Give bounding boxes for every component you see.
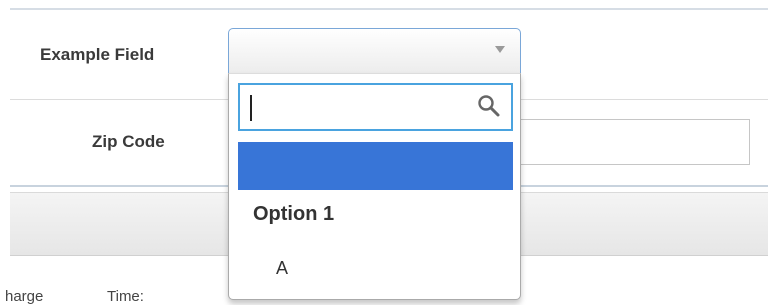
- dropdown-option-a[interactable]: A: [276, 258, 288, 279]
- search-icon: [478, 95, 500, 117]
- dropdown-option-empty-highlighted[interactable]: [238, 142, 513, 190]
- time-label: Time:: [107, 288, 144, 305]
- dropdown-option-group-label: Option 1: [253, 203, 335, 225]
- select-dropdown-panel: Option 1 A: [228, 73, 521, 300]
- example-field-label: Example Field: [40, 45, 155, 64]
- dropdown-search-input[interactable]: [238, 83, 513, 131]
- discharge-label-partial: harge: [5, 288, 44, 305]
- example-field-select[interactable]: [228, 28, 521, 74]
- text-caret: [250, 95, 252, 121]
- top-border: [10, 8, 768, 10]
- zip-code-input[interactable]: [505, 119, 750, 165]
- chevron-down-icon[interactable]: [495, 46, 505, 53]
- zip-code-label: Zip Code: [92, 132, 165, 151]
